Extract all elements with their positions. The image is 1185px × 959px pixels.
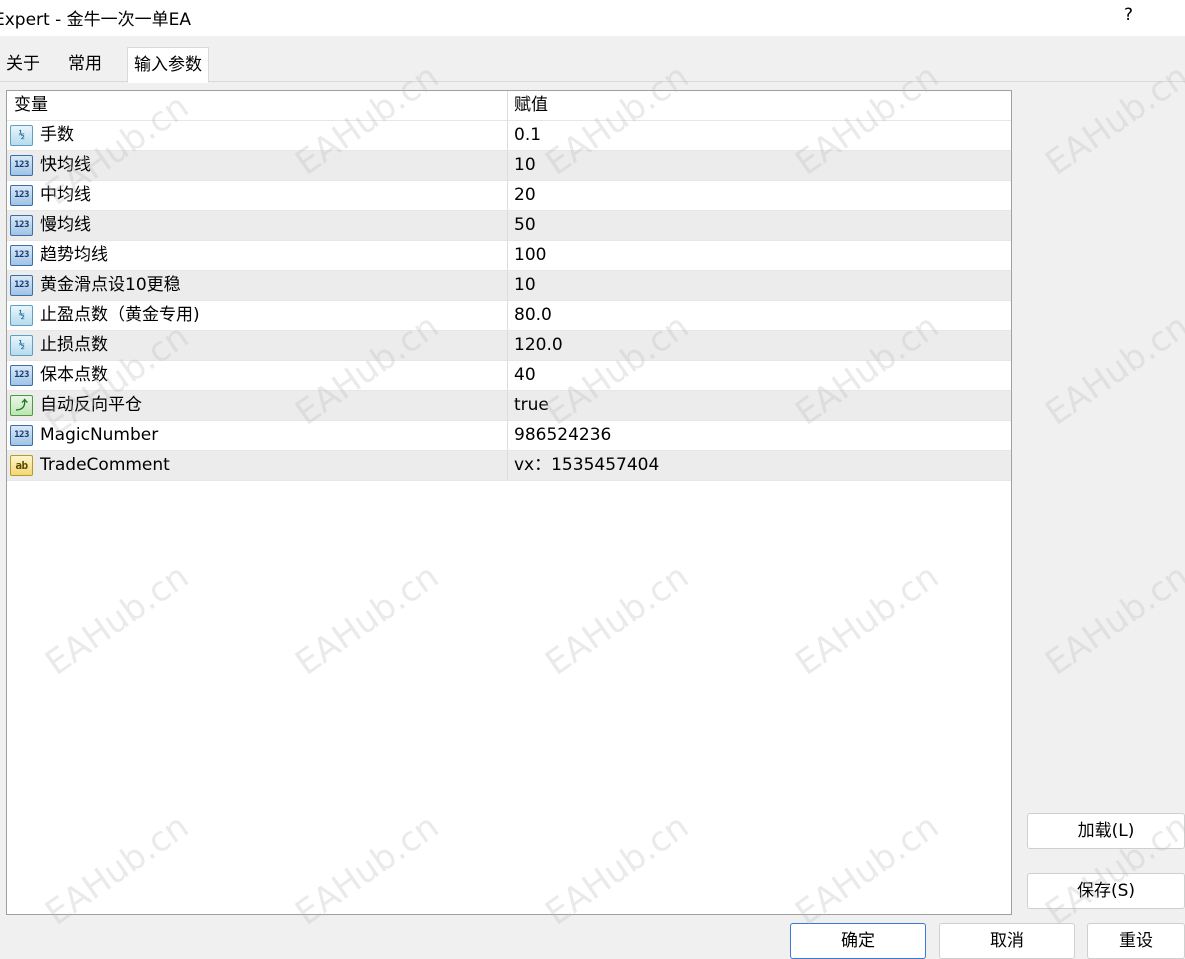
param-name: 中均线 [40,185,91,205]
integer-value-icon: 123 [10,365,33,386]
param-value[interactable]: true [514,391,549,420]
param-name-cell: 123 MagicNumber [7,421,508,450]
integer-value-icon: 123 [10,155,33,176]
param-name: MagicNumber [40,425,159,445]
table-row[interactable]: ½ 手数 0.1 [7,121,1011,151]
param-name: 保本点数 [40,365,108,385]
table-header: 变量 赋值 [7,91,1011,121]
param-value[interactable]: 50 [514,211,536,240]
save-button[interactable]: 保存(S) [1027,873,1185,909]
table-row[interactable]: 123 中均线 20 [7,181,1011,211]
integer-value-icon: 123 [10,185,33,206]
table-row[interactable]: ½ 止损点数 120.0 [7,331,1011,361]
param-name: 快均线 [40,155,91,175]
load-button[interactable]: 加载(L) [1027,813,1185,849]
parameters-table[interactable]: 变量 赋值 ½ 手数 0.1 123 快均线 10 123 中均线 20 123… [6,90,1012,915]
param-value[interactable]: 10 [514,151,536,180]
table-row[interactable]: 123 保本点数 40 [7,361,1011,391]
cancel-button[interactable]: 取消 [939,923,1075,959]
integer-value-icon: 123 [10,275,33,296]
double-value-icon: ½ [10,125,33,146]
param-value[interactable]: 20 [514,181,536,210]
double-value-icon: ½ [10,305,33,326]
reset-button[interactable]: 重设 [1087,923,1185,959]
param-name-cell: ⤴ 自动反向平仓 [7,391,508,420]
param-name: 自动反向平仓 [40,395,142,415]
param-name: 黄金滑点设10更稳 [40,275,181,295]
param-value[interactable]: 40 [514,361,536,390]
table-row[interactable]: ab TradeComment vx：1535457404 [7,451,1011,481]
param-value[interactable]: vx：1535457404 [514,451,659,480]
integer-value-icon: 123 [10,245,33,266]
param-name-cell: ab TradeComment [7,451,508,480]
param-name-cell: ½ 止损点数 [7,331,508,360]
tab-common[interactable]: 常用 [62,48,108,80]
param-name: 手数 [40,125,74,145]
param-name: 趋势均线 [40,245,108,265]
param-name: 止损点数 [40,335,108,355]
column-header-variable[interactable]: 变量 [7,91,508,120]
param-name-cell: ½ 手数 [7,121,508,150]
table-row[interactable]: 123 趋势均线 100 [7,241,1011,271]
watermark: EAHub.cn [1038,306,1185,434]
param-name-cell: 123 保本点数 [7,361,508,390]
param-name: 止盈点数（黄金专用) [40,305,200,325]
string-value-icon: ab [10,455,33,476]
param-name-cell: 123 趋势均线 [7,241,508,270]
table-row[interactable]: 123 黄金滑点设10更稳 10 [7,271,1011,301]
param-value[interactable]: 100 [514,241,546,270]
param-value[interactable]: 120.0 [514,331,563,360]
table-row[interactable]: 123 MagicNumber 986524236 [7,421,1011,451]
column-header-value[interactable]: 赋值 [514,91,548,120]
param-name-cell: ½ 止盈点数（黄金专用) [7,301,508,330]
param-name-cell: 123 慢均线 [7,211,508,240]
table-row[interactable]: ⤴ 自动反向平仓 true [7,391,1011,421]
param-name-cell: 123 中均线 [7,181,508,210]
tab-about[interactable]: 关于 [0,48,46,80]
table-row[interactable]: 123 快均线 10 [7,151,1011,181]
help-button[interactable]: ? [1124,5,1133,25]
tab-strip: 关于 常用 输入参数 [0,44,1185,83]
title-bar: Expert - 金牛一次一单EA ? [0,0,1185,36]
double-value-icon: ½ [10,335,33,356]
integer-value-icon: 123 [10,215,33,236]
param-value[interactable]: 80.0 [514,301,552,330]
param-value[interactable]: 10 [514,271,536,300]
param-value[interactable]: 986524236 [514,421,611,450]
boolean-value-icon: ⤴ [10,395,33,416]
ok-button[interactable]: 确定 [790,923,926,959]
param-name: 慢均线 [40,215,91,235]
param-name: TradeComment [40,455,170,475]
watermark: EAHub.cn [1038,556,1185,684]
param-value[interactable]: 0.1 [514,121,541,150]
integer-value-icon: 123 [10,425,33,446]
param-name-cell: 123 快均线 [7,151,508,180]
table-row[interactable]: 123 慢均线 50 [7,211,1011,241]
table-row[interactable]: ½ 止盈点数（黄金专用) 80.0 [7,301,1011,331]
tab-inputs[interactable]: 输入参数 [127,47,209,83]
window-title: Expert - 金牛一次一单EA [0,10,192,30]
param-name-cell: 123 黄金滑点设10更稳 [7,271,508,300]
